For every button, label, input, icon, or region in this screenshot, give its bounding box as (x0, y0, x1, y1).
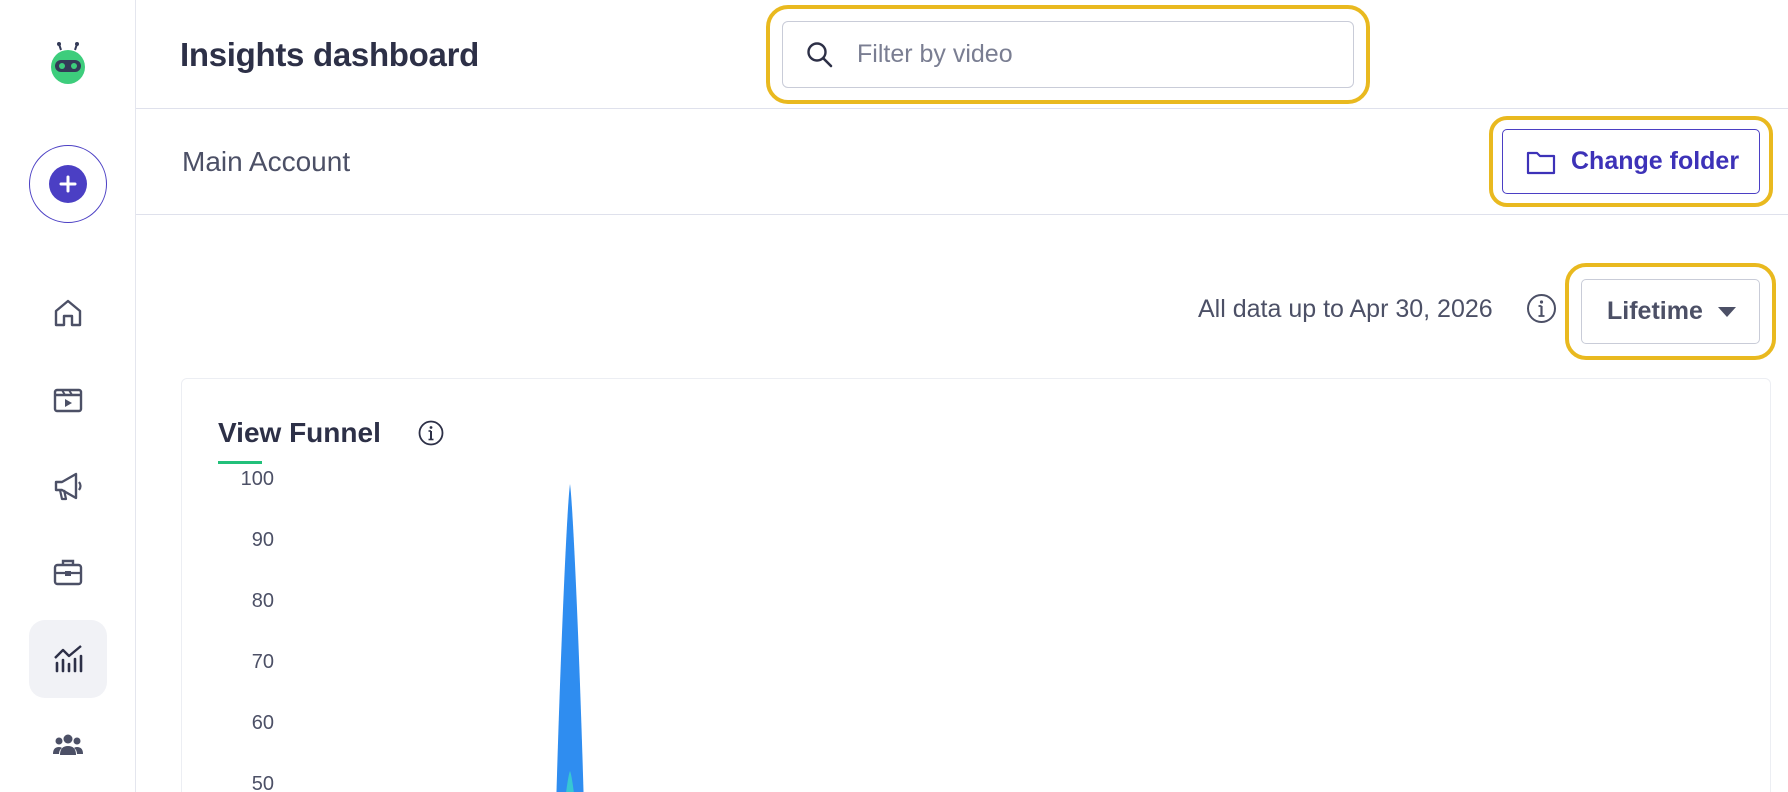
search-icon (807, 41, 833, 67)
account-name: Main Account (182, 146, 351, 177)
search-input[interactable] (857, 40, 1317, 69)
page-header: Insights dashboard (136, 0, 1788, 109)
analytics-chart-icon (54, 645, 83, 673)
y-tick-label: 90 (252, 529, 274, 551)
y-tick-label: 70 (252, 651, 274, 673)
team-icon (53, 734, 83, 755)
sidebar-item-home[interactable] (29, 274, 107, 352)
create-button[interactable] (29, 145, 107, 223)
y-tick-label: 60 (252, 712, 274, 734)
view-funnel-card: View Funnel 100 90 80 70 60 50 (181, 378, 1771, 792)
megaphone-icon (54, 472, 82, 501)
page-title: Insights dashboard (180, 36, 479, 73)
sidebar-item-business[interactable] (29, 533, 107, 611)
sidebar-item-team[interactable] (29, 706, 107, 784)
series-area-spike (556, 484, 584, 792)
home-icon (54, 299, 82, 327)
data-range-text: All data up to Apr 30, 2026 (1198, 295, 1493, 323)
sidebar (0, 0, 136, 792)
date-range-dropdown[interactable]: Lifetime (1565, 263, 1776, 360)
date-range-selected: Lifetime (1607, 297, 1703, 325)
account-bar: Main Account Change folder (136, 109, 1788, 215)
app-window: Insights dashboard Main Account Change f… (0, 0, 1788, 792)
sidebar-item-campaigns[interactable] (29, 447, 107, 525)
caret-down-icon (1717, 306, 1736, 317)
plus-icon (49, 165, 87, 203)
search-field[interactable] (766, 5, 1370, 104)
video-clapper-icon (53, 388, 83, 413)
sidebar-item-videos[interactable] (29, 360, 107, 438)
y-tick-label: 80 (252, 590, 274, 612)
change-folder-label: Change folder (1571, 147, 1740, 175)
change-folder-button[interactable]: Change folder (1489, 116, 1773, 207)
view-funnel-chart: 100 90 80 70 60 50 (241, 468, 584, 792)
y-tick-label: 100 (241, 468, 274, 490)
robot-logo-icon[interactable] (44, 40, 92, 88)
y-tick-label: 50 (252, 773, 274, 792)
sidebar-item-insights[interactable] (29, 620, 107, 698)
briefcase-icon (53, 559, 83, 586)
info-icon[interactable] (1526, 293, 1557, 324)
folder-icon (1526, 151, 1556, 174)
